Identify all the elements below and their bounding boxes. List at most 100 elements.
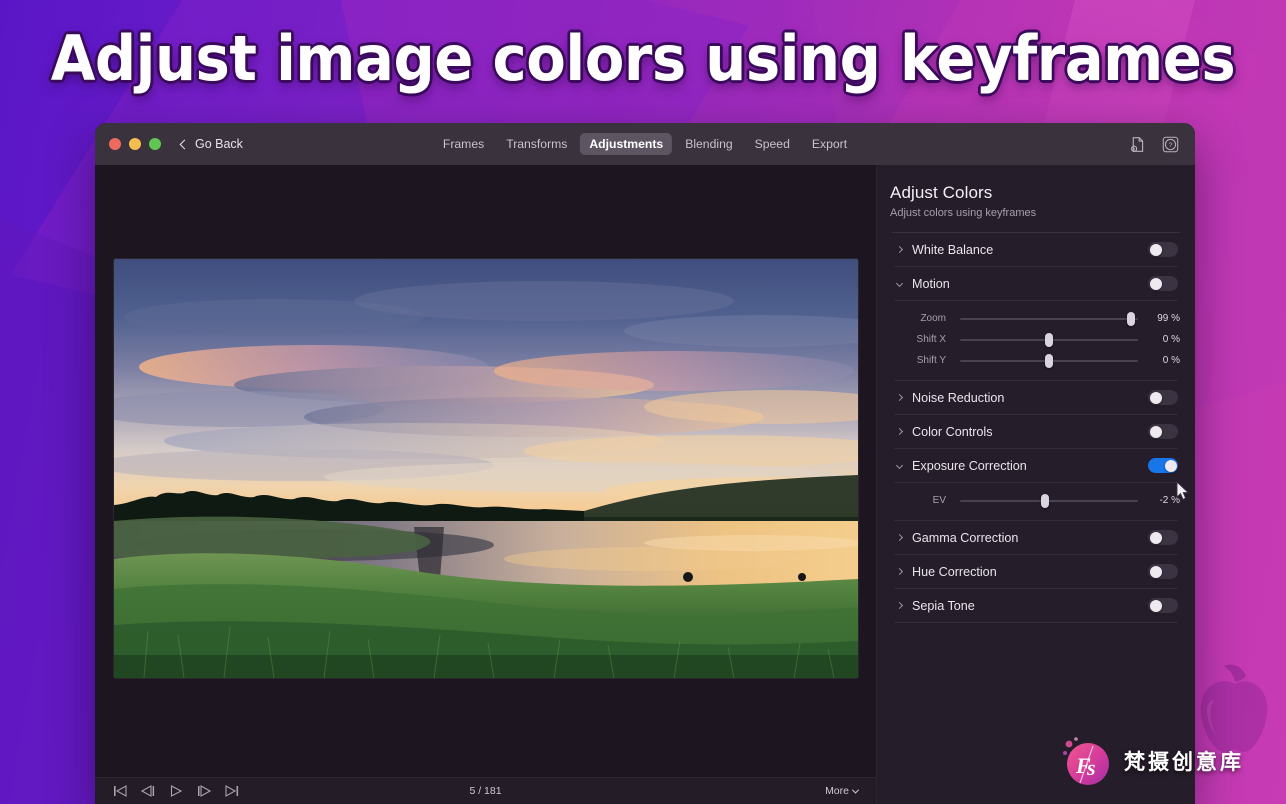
slider-handle[interactable] bbox=[1045, 353, 1053, 368]
page-title: Adjust image colors using keyframes bbox=[50, 22, 1236, 95]
group-header-gamma-correction[interactable]: Gamma Correction bbox=[890, 521, 1182, 554]
panel-subtitle: Adjust colors using keyframes bbox=[890, 207, 1037, 219]
chevron-left-icon bbox=[179, 139, 190, 149]
svg-text:s: s bbox=[1086, 755, 1096, 780]
skip-to-end-button[interactable] bbox=[225, 785, 239, 797]
mouse-cursor bbox=[1176, 481, 1190, 501]
tab-transforms[interactable]: Transforms bbox=[497, 133, 576, 155]
titlebar-right-icons: ? bbox=[1129, 136, 1179, 153]
slider-handle[interactable] bbox=[1041, 493, 1050, 508]
toggle-knob bbox=[1149, 425, 1162, 438]
control-label: Shift Y bbox=[916, 355, 946, 366]
toggle-knob bbox=[1149, 565, 1162, 578]
toggle-noise-reduction[interactable] bbox=[1148, 390, 1178, 405]
adjustment-group: Gamma Correction bbox=[890, 521, 1182, 555]
adjustment-groups: White Balance Motion Zoom 99 % Shift X0 % Shi… bbox=[890, 233, 1182, 623]
help-circle-icon[interactable]: ? bbox=[1162, 136, 1179, 153]
slider-shift-y[interactable] bbox=[960, 353, 1138, 368]
adjustment-group: White Balance bbox=[890, 233, 1182, 267]
chevron-right-icon[interactable] bbox=[892, 245, 906, 254]
toggle-hue-correction[interactable] bbox=[1148, 564, 1178, 579]
skip-to-start-button[interactable] bbox=[113, 785, 127, 797]
go-back-button[interactable]: Go Back bbox=[179, 137, 243, 151]
control-row: Shift X 0 % bbox=[892, 329, 1180, 350]
watermark-logo: F s bbox=[1060, 734, 1114, 788]
control-rows: Zoom 99 % Shift X 0 % Shift Y 0 % bbox=[890, 301, 1182, 380]
tab-adjustments[interactable]: Adjustments bbox=[580, 133, 673, 155]
step-back-button[interactable] bbox=[141, 785, 155, 797]
tab-frames[interactable]: Frames bbox=[434, 133, 493, 155]
file-settings-icon[interactable] bbox=[1129, 136, 1146, 153]
slider-ev[interactable] bbox=[960, 493, 1138, 508]
chevron-right-icon[interactable] bbox=[892, 601, 906, 610]
slider-zoom[interactable] bbox=[960, 311, 1138, 326]
group-header-color-controls[interactable]: Color Controls bbox=[890, 415, 1182, 448]
preview-canvas[interactable] bbox=[95, 165, 876, 777]
window-body: 5 / 181 More Adjust Colors Adjust colors… bbox=[95, 165, 1195, 804]
go-back-label: Go Back bbox=[195, 137, 243, 151]
frame-counter: 5 / 181 bbox=[469, 785, 502, 797]
slider-shift-x[interactable] bbox=[960, 332, 1138, 347]
toggle-knob bbox=[1149, 531, 1162, 544]
group-label: Exposure Correction bbox=[912, 458, 1027, 473]
chevron-right-icon[interactable] bbox=[892, 567, 906, 576]
adjustment-group: Hue Correction bbox=[890, 555, 1182, 589]
toggle-motion[interactable] bbox=[1148, 276, 1178, 291]
canvas-column: 5 / 181 More bbox=[95, 165, 877, 804]
slider-handle[interactable] bbox=[1126, 311, 1135, 326]
toggle-white-balance[interactable] bbox=[1148, 242, 1178, 257]
watermark: F s 梵摄创意库 bbox=[1060, 734, 1244, 788]
adjustment-group: Noise Reduction bbox=[890, 381, 1182, 415]
control-value: 0 % bbox=[1162, 334, 1180, 345]
slider-handle[interactable] bbox=[1045, 332, 1053, 347]
control-row: Zoom 99 % bbox=[892, 308, 1180, 329]
group-header-sepia-tone[interactable]: Sepia Tone bbox=[890, 589, 1182, 622]
maximize-window-button[interactable] bbox=[149, 138, 161, 150]
chevron-right-icon[interactable] bbox=[892, 427, 906, 436]
group-header-exposure-correction[interactable]: Exposure Correction bbox=[890, 449, 1182, 482]
toggle-knob bbox=[1149, 599, 1162, 612]
chevron-down-icon[interactable] bbox=[892, 461, 906, 470]
group-label: Noise Reduction bbox=[912, 390, 1005, 405]
group-header-motion[interactable]: Motion bbox=[890, 267, 1182, 300]
tab-export[interactable]: Export bbox=[803, 133, 856, 155]
control-value: 99 % bbox=[1157, 313, 1180, 324]
group-label: Sepia Tone bbox=[912, 598, 975, 613]
chevron-down-icon bbox=[851, 786, 860, 794]
transport-bar: 5 / 181 More bbox=[95, 777, 876, 804]
toggle-knob bbox=[1149, 391, 1162, 404]
tab-blending[interactable]: Blending bbox=[676, 133, 741, 155]
svg-text:?: ? bbox=[1169, 142, 1173, 149]
control-row: Shift Y 0 % bbox=[892, 350, 1180, 371]
group-label: Color Controls bbox=[912, 424, 993, 439]
adjustment-group: Motion Zoom 99 % Shift X 0 % Shift Y 0 % bbox=[890, 267, 1182, 381]
adjustment-group: Exposure Correction EV -2 % bbox=[890, 449, 1182, 521]
control-row: EV -2 % bbox=[892, 490, 1180, 511]
toggle-color-controls[interactable] bbox=[1148, 424, 1178, 439]
step-forward-button[interactable] bbox=[197, 785, 211, 797]
chevron-right-icon[interactable] bbox=[892, 393, 906, 402]
chevron-down-icon[interactable] bbox=[892, 279, 906, 288]
traffic-lights bbox=[109, 138, 161, 150]
group-header-hue-correction[interactable]: Hue Correction bbox=[890, 555, 1182, 588]
minimize-window-button[interactable] bbox=[129, 138, 141, 150]
close-window-button[interactable] bbox=[109, 138, 121, 150]
toggle-exposure-correction[interactable] bbox=[1148, 458, 1178, 473]
tab-speed[interactable]: Speed bbox=[746, 133, 799, 155]
toggle-gamma-correction[interactable] bbox=[1148, 530, 1178, 545]
toggle-sepia-tone[interactable] bbox=[1148, 598, 1178, 613]
preview-image bbox=[113, 258, 858, 678]
transport-buttons bbox=[113, 785, 239, 797]
control-value: -2 % bbox=[1159, 495, 1180, 506]
play-button[interactable] bbox=[169, 785, 183, 797]
chevron-right-icon[interactable] bbox=[892, 533, 906, 542]
group-header-white-balance[interactable]: White Balance bbox=[890, 233, 1182, 266]
toggle-knob bbox=[1149, 277, 1162, 290]
control-value: 0 % bbox=[1162, 355, 1180, 366]
group-separator bbox=[894, 622, 1178, 623]
control-label: Zoom bbox=[920, 313, 946, 324]
adjustment-group: Sepia Tone bbox=[890, 589, 1182, 623]
group-header-noise-reduction[interactable]: Noise Reduction bbox=[890, 381, 1182, 414]
more-menu-button[interactable]: More bbox=[825, 785, 860, 797]
more-label: More bbox=[825, 785, 849, 797]
